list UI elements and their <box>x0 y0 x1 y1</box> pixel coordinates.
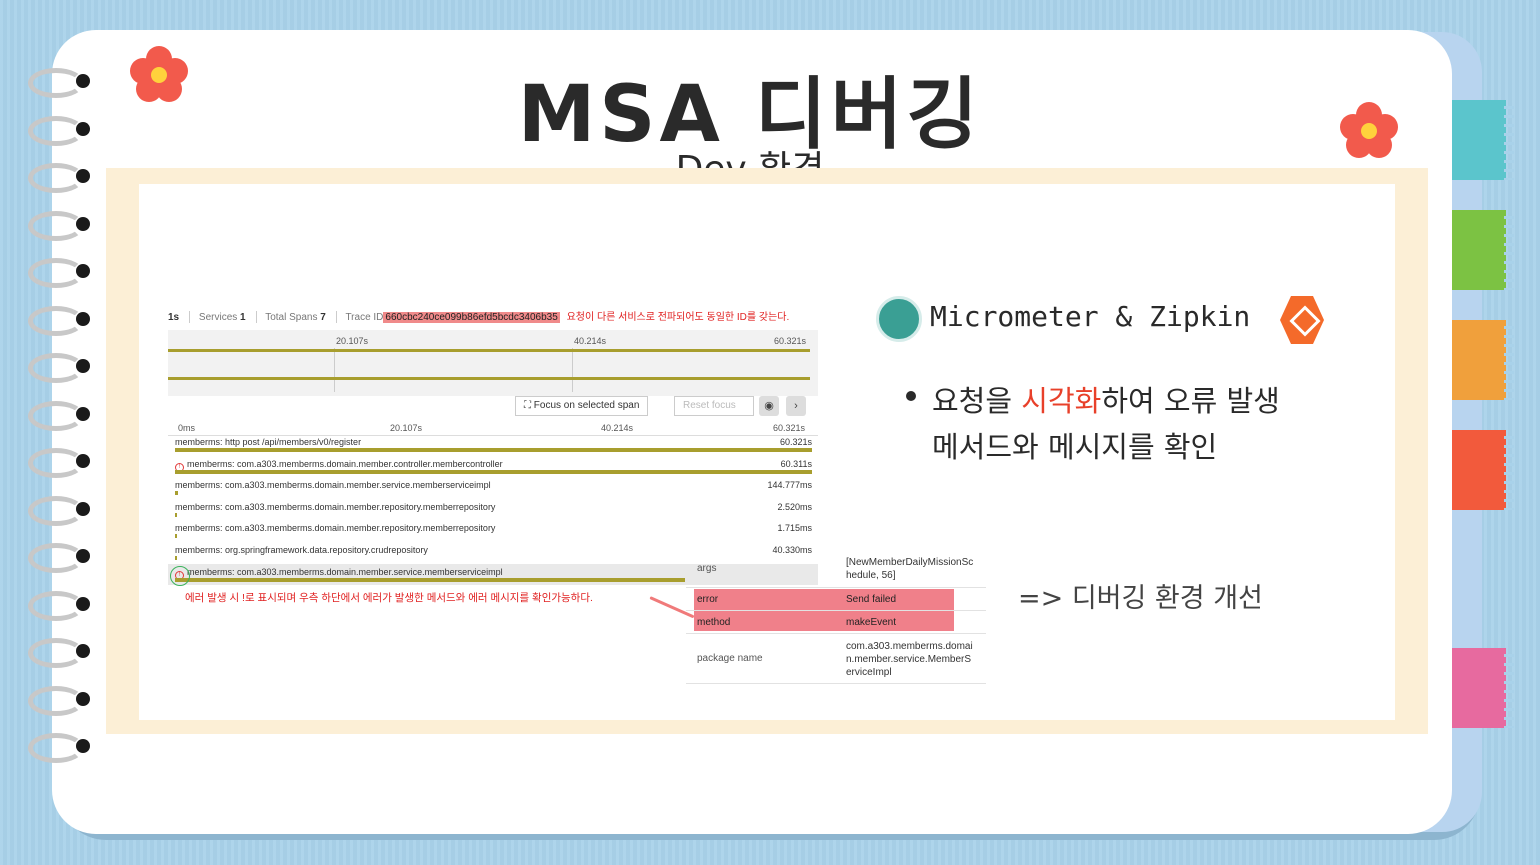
span-row[interactable]: memberms: http post /api/members/v0/regi… <box>168 434 818 456</box>
bullet-icon <box>906 391 916 401</box>
binding-ring <box>24 537 94 577</box>
minimap-tick: 40.214s <box>574 336 607 346</box>
flower-icon <box>130 46 188 104</box>
tab-green <box>1450 210 1514 290</box>
binding-ring <box>24 157 94 197</box>
chevron-right-icon[interactable]: › <box>786 396 806 416</box>
detail-row-package-name: package name com.a303.memberms.domain.mem… <box>686 634 986 684</box>
axis-tick-label: 60.321s <box>773 423 806 433</box>
span-row[interactable]: memberms: com.a303.memberms.domain.membe… <box>168 520 818 542</box>
span-duration: 60.311s <box>780 458 812 469</box>
detail-row-error: error Send failed <box>686 588 986 611</box>
span-name: memberms: http post /api/members/v0/regi… <box>175 437 362 447</box>
span-duration-bar <box>175 491 178 496</box>
micrometer-logo-icon <box>876 296 922 342</box>
tab-teal <box>1450 100 1514 180</box>
binding-ring <box>24 490 94 530</box>
detail-key: package name <box>697 653 763 664</box>
tab-pink <box>1450 648 1514 728</box>
eye-icon[interactable]: ◉ <box>759 396 779 416</box>
binding-ring <box>24 442 94 482</box>
tab-red <box>1450 430 1514 510</box>
tab-orange <box>1450 320 1514 400</box>
axis-tick-label: 0ms <box>178 423 196 433</box>
accent-text: 시각화 <box>1021 384 1102 418</box>
span-row[interactable]: memberms: com.a303.memberms.domain.membe… <box>168 499 818 521</box>
span-duration-bar <box>175 555 177 560</box>
detail-key: method <box>697 616 731 628</box>
detail-key: args <box>697 563 717 574</box>
span-duration-bar <box>175 448 812 452</box>
minimap-tick: 20.107s <box>336 336 369 346</box>
binding-ring <box>24 110 94 150</box>
binding-ring <box>24 727 94 767</box>
axis-tick-label: 40.214s <box>601 423 634 433</box>
span-duration: 2.520ms <box>777 501 812 512</box>
span-duration-bar <box>175 577 685 582</box>
trace-id-annotation: 요청이 다른 서비스로 전파되어도 동일한 ID를 갖는다. <box>566 312 790 323</box>
binding-ring <box>24 62 94 102</box>
focus-span-button[interactable]: ⛶ Focus on selected span <box>515 396 649 416</box>
focus-icon: ⛶ <box>524 400 534 411</box>
binding-ring <box>24 395 94 435</box>
minimap-gridline <box>572 348 573 392</box>
span-duration-bar <box>175 534 177 539</box>
trace-header: 1s Services 1 Total Spans 7 Trace ID 660c… <box>168 308 818 330</box>
span-name: memberms: com.a303.memberms.domain.membe… <box>175 501 496 512</box>
trace-id[interactable]: 660cbc240ce099b86efd5bcdc3406b35 <box>383 312 560 323</box>
binding-ring <box>24 205 94 245</box>
span-duration: 144.777ms <box>767 480 812 491</box>
timeline-minimap[interactable]: 20.107s 40.214s 60.321s <box>168 330 818 396</box>
bullet-text: 요청을 시각화하여 오류 발생 메서드와 메시지를 확인 <box>932 384 1280 464</box>
span-duration-bar <box>175 512 177 517</box>
error-annotation: 에러 발생 시 !로 표시되며 우측 하단에서 에러가 발생한 메서드와 에러 … <box>185 592 593 604</box>
span-details-table: args [NewMemberDailyMissionSchedule, 56] e… <box>686 550 986 684</box>
services-count: 1 <box>240 312 246 323</box>
error-highlight-circle <box>170 566 190 586</box>
span-row[interactable]: ! memberms: com.a303.memberms.domain.memb… <box>168 456 818 478</box>
total-spans-label: Total Spans <box>265 312 318 323</box>
minimap-gridline <box>334 348 335 392</box>
detail-value: Send failed <box>846 594 897 605</box>
span-row[interactable]: memberms: com.a303.memberms.domain.membe… <box>168 477 818 499</box>
detail-row-method: method makeEvent <box>686 611 986 634</box>
span-name: memberms: org.springframework.data.repos… <box>175 544 428 555</box>
detail-row-args: args [NewMemberDailyMissionSchedule, 56] <box>686 550 986 588</box>
span-duration: 1.715ms <box>777 523 812 534</box>
detail-value: makeEvent <box>846 617 897 628</box>
binding-ring <box>24 300 94 340</box>
binding-ring <box>24 680 94 720</box>
detail-key: error <box>697 593 719 605</box>
binding-ring <box>24 585 94 625</box>
detail-value: com.a303.memberms.domain.member.service.… <box>846 640 973 678</box>
trace-duration: 1s <box>168 312 180 323</box>
tools-heading: Micrometer & Zipkin <box>930 300 1251 333</box>
services-label: Services <box>198 312 238 323</box>
span-duration: 60.321s <box>779 437 812 447</box>
total-spans-count: 7 <box>320 312 326 323</box>
trace-id-label: Trace ID <box>345 312 384 323</box>
span-duration-bar <box>175 469 812 474</box>
axis-tick-label: 20.107s <box>390 423 423 433</box>
reset-focus-button[interactable]: Reset focus <box>674 396 754 416</box>
minimap-span-bar <box>168 349 810 352</box>
binding-ring <box>24 347 94 387</box>
minimap-tick: 60.321s <box>774 336 807 346</box>
binding-ring <box>24 632 94 672</box>
binding-ring <box>24 252 94 292</box>
improvement-note: => 디버깅 환경 개선 <box>1018 583 1263 614</box>
detail-value: [NewMemberDailyMissionSchedule, 56] <box>846 557 974 581</box>
minimap-span-bar <box>168 377 810 380</box>
trace-toolbar: ⛶ Focus on selected span Reset focus ◉ › <box>168 392 818 422</box>
span-name: memberms: com.a303.memberms.domain.membe… <box>175 480 491 491</box>
flower-icon <box>1340 102 1398 160</box>
span-name: memberms: com.a303.memberms.domain.membe… <box>175 523 496 534</box>
